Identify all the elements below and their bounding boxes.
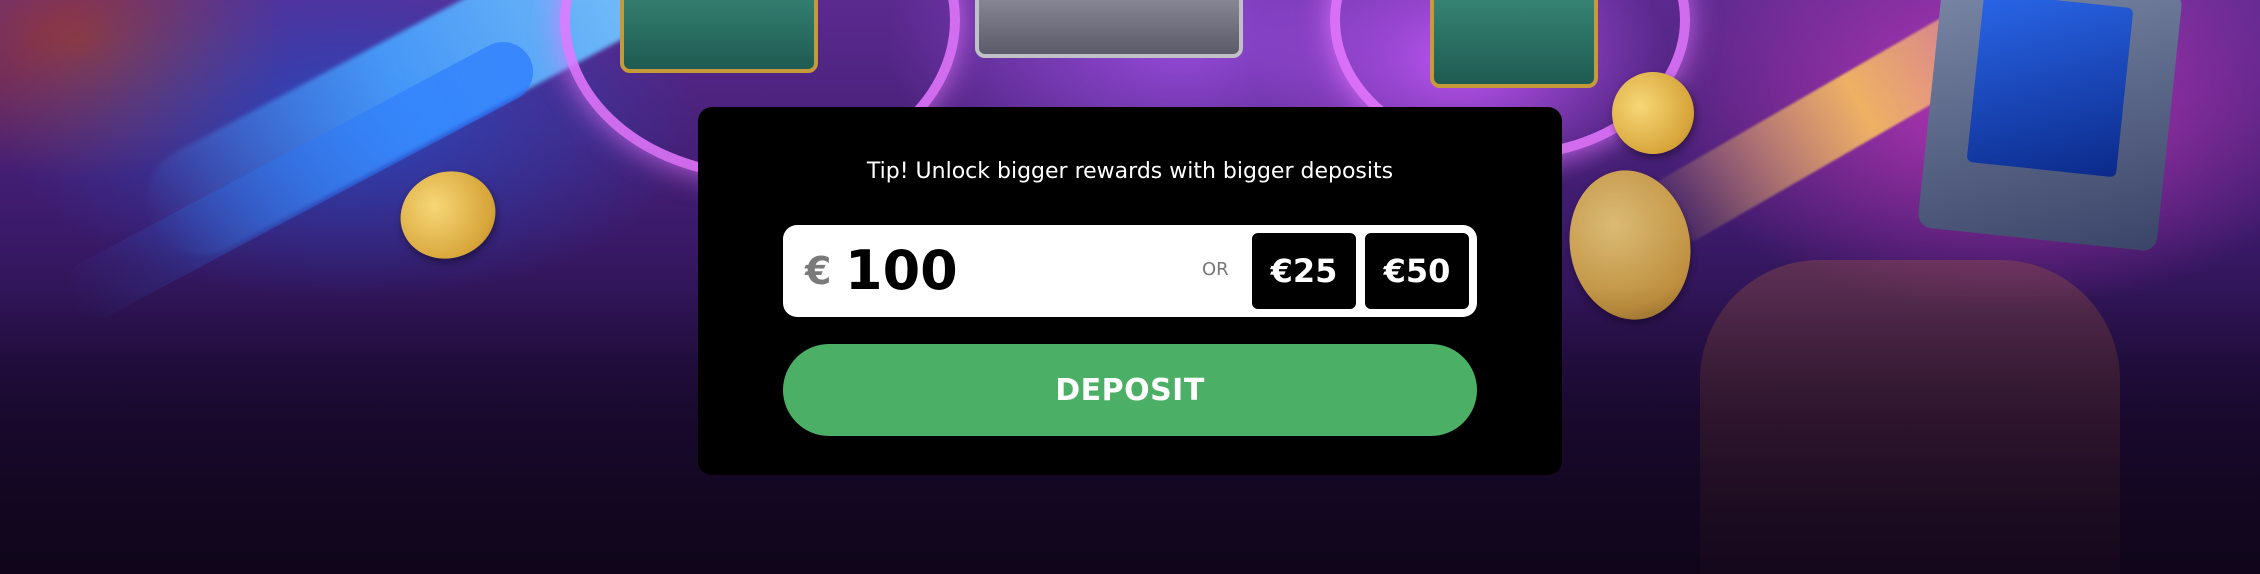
quick-amount-25-button[interactable]: €25 [1252, 233, 1356, 309]
tip-text: Tip! Unlock bigger rewards with bigger d… [866, 159, 1394, 184]
amount-input[interactable] [845, 237, 1145, 303]
or-label: OR [1202, 259, 1229, 280]
deposit-button[interactable]: DEPOSIT [783, 344, 1477, 436]
deposit-panel: Tip! Unlock bigger rewards with bigger d… [698, 107, 1562, 475]
currency-symbol: € [805, 249, 832, 293]
quick-amount-50-button[interactable]: €50 [1365, 233, 1469, 309]
amount-field[interactable]: € OR €25 €50 [783, 225, 1477, 317]
